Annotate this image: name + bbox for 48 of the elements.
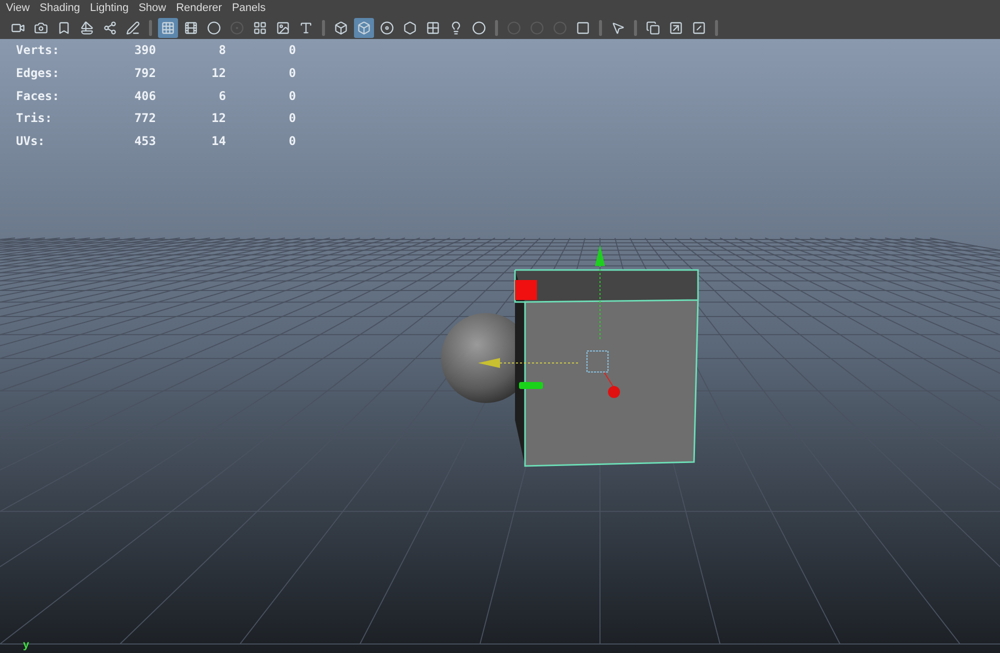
menu-item[interactable]: Shading bbox=[40, 1, 80, 15]
stat-value: 792 bbox=[133, 65, 156, 82]
toolbar-button[interactable] bbox=[158, 18, 178, 38]
square-icon bbox=[692, 20, 706, 34]
stat-value: 12 bbox=[210, 65, 226, 82]
grid-icon bbox=[161, 20, 175, 34]
sailboat-icon bbox=[80, 20, 94, 34]
stat-value: 453 bbox=[133, 133, 156, 150]
image-icon bbox=[276, 20, 290, 34]
pen-icon bbox=[126, 20, 140, 34]
grid-icon bbox=[253, 20, 267, 34]
stat-value: 12 bbox=[210, 110, 226, 128]
stat-value: 0 bbox=[288, 42, 296, 60]
stat-value: 0 bbox=[288, 65, 296, 82]
stat-value: 14 bbox=[210, 133, 226, 150]
menu-item[interactable]: Lighting bbox=[90, 1, 129, 15]
stat-label: Faces: bbox=[16, 88, 60, 105]
stat-value: 0 bbox=[288, 88, 296, 105]
stat-value: 772 bbox=[133, 110, 156, 128]
stat-value: 8 bbox=[218, 42, 226, 60]
stat-value: 390 bbox=[133, 42, 156, 60]
nodes-icon bbox=[103, 20, 117, 34]
stat-label: Verts: bbox=[16, 42, 60, 60]
stat-value: 406 bbox=[133, 88, 156, 105]
menu-item[interactable]: Show bbox=[138, 1, 166, 15]
menu-item[interactable]: View bbox=[6, 1, 30, 15]
circle-icon bbox=[207, 20, 221, 34]
axis-label: y bbox=[23, 639, 30, 651]
text-icon bbox=[299, 20, 313, 34]
stat-value: 0 bbox=[288, 110, 296, 128]
toolbar-button[interactable] bbox=[354, 18, 374, 38]
wireframe-cube-icon bbox=[334, 20, 348, 34]
camera-icon bbox=[34, 20, 48, 34]
hexagon-icon bbox=[403, 20, 417, 34]
stat-label: UVs: bbox=[16, 133, 46, 150]
bookmark-icon bbox=[57, 20, 71, 34]
menu-item[interactable]: Panels bbox=[232, 1, 266, 15]
select-cursor-icon bbox=[611, 20, 625, 34]
stat-label: Tris: bbox=[16, 110, 54, 128]
light-bulb-icon bbox=[449, 20, 463, 34]
film-icon bbox=[184, 20, 198, 34]
menu-item[interactable]: Renderer bbox=[176, 1, 222, 15]
shaded-cube-icon bbox=[357, 20, 371, 34]
overlapping-squares-icon bbox=[646, 20, 660, 34]
stat-value: 6 bbox=[218, 88, 226, 105]
stat-label: Edges: bbox=[16, 65, 60, 82]
square-icon bbox=[576, 20, 590, 34]
stat-value: 0 bbox=[288, 133, 296, 150]
